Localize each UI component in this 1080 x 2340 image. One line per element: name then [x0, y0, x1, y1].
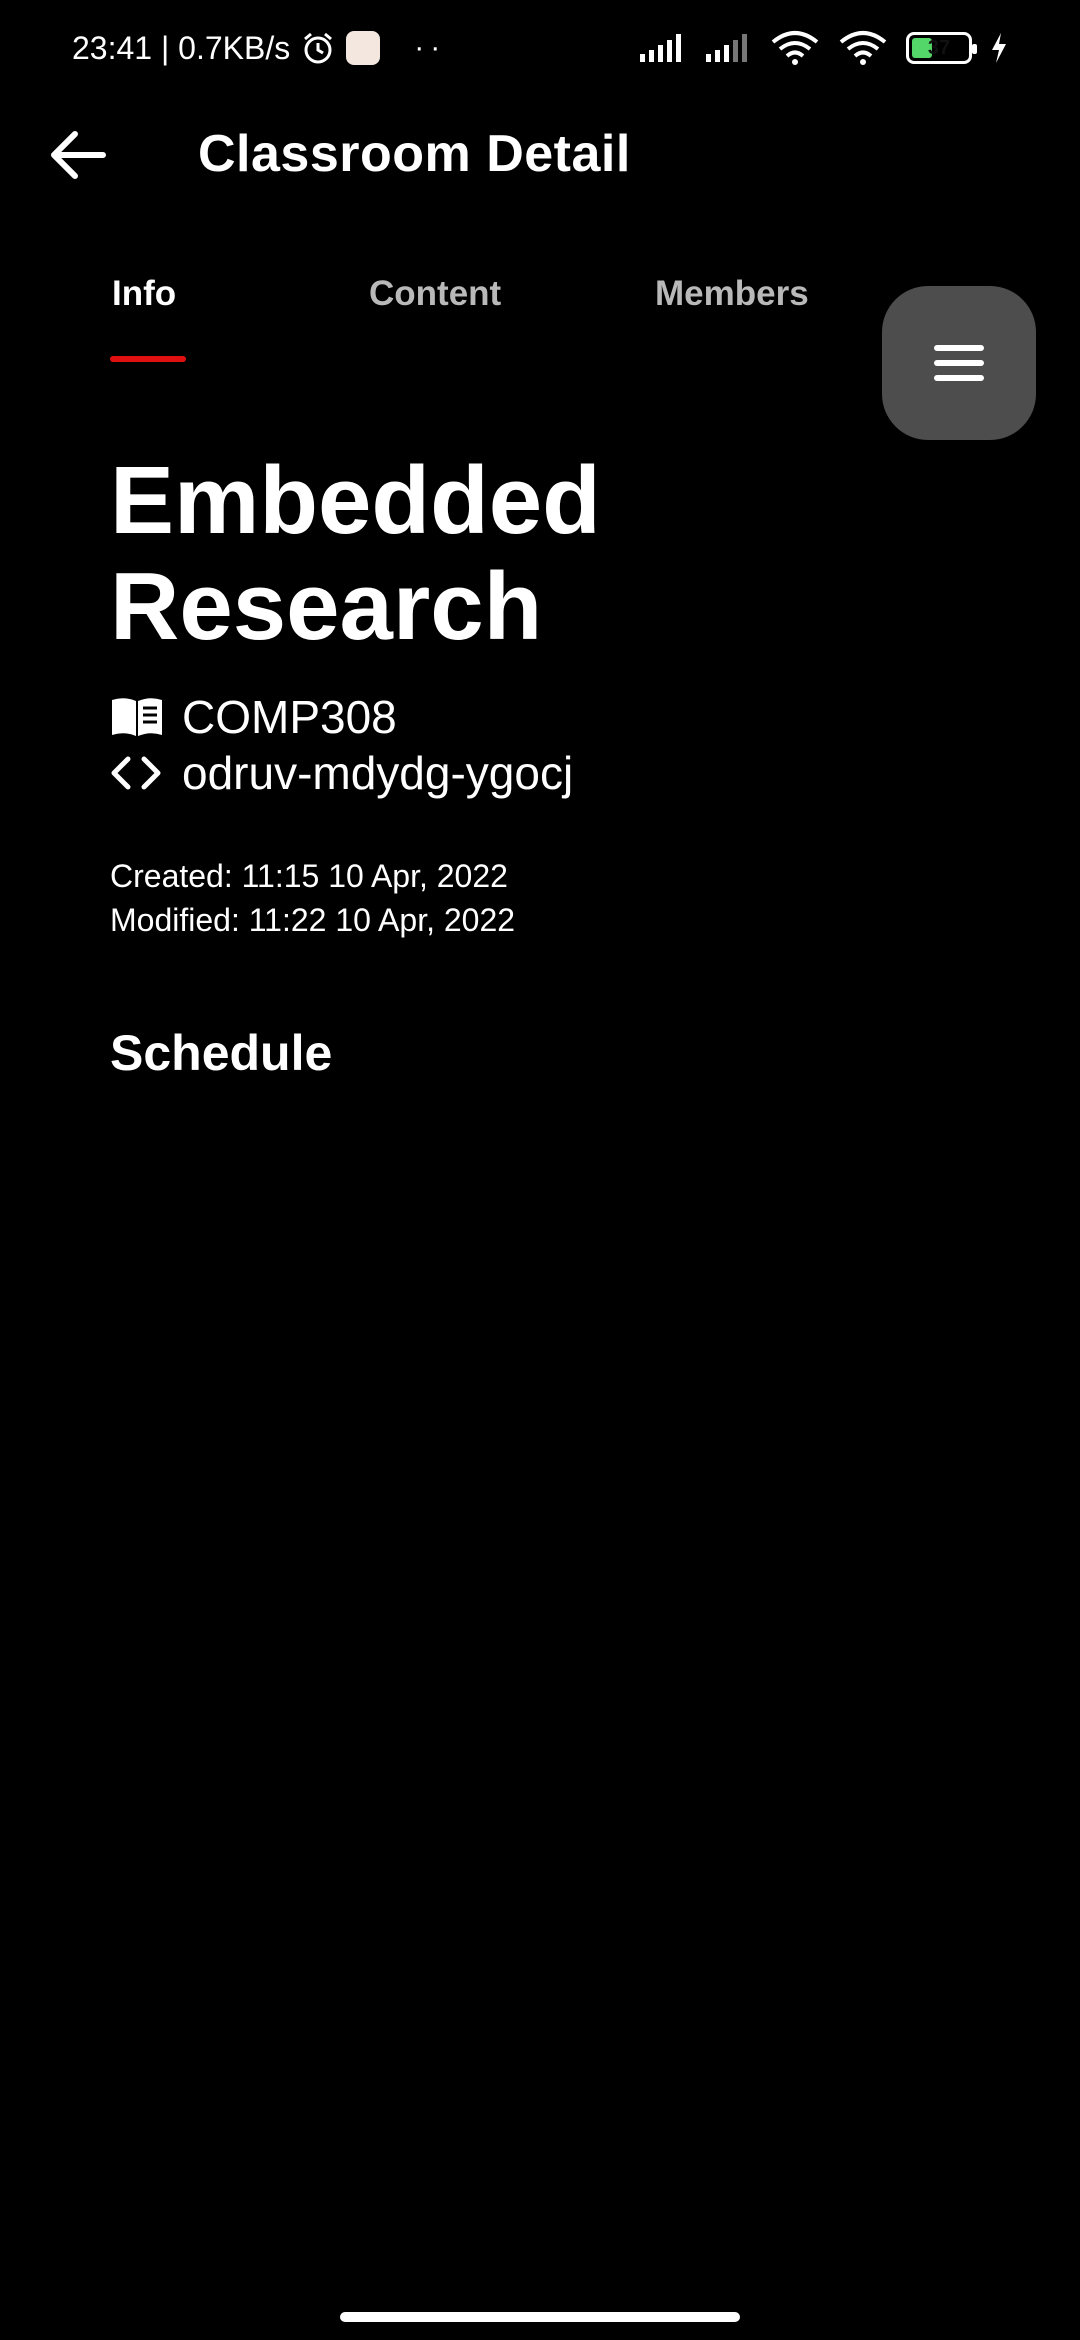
status-time-speed: 23:41 | 0.7KB/s [72, 29, 291, 66]
menu-button[interactable] [882, 286, 1036, 440]
charging-icon [992, 33, 1006, 63]
wifi-icon-2 [839, 31, 887, 65]
status-bar: 23:41 | 0.7KB/s ·· 37 [0, 0, 1080, 96]
more-notifications-icon: ·· [414, 31, 447, 64]
tab-content[interactable]: Content [369, 274, 501, 314]
course-code-row: COMP308 [110, 690, 397, 744]
course-code: COMP308 [182, 691, 397, 743]
wifi-icon [771, 31, 819, 65]
dates-block: Created: 11:15 10 Apr, 2022 Modified: 11… [110, 854, 515, 942]
arrow-left-icon [51, 131, 106, 179]
battery-level: 37 [927, 36, 951, 59]
tab-members[interactable]: Members [655, 274, 809, 314]
modified-date: Modified: 11:22 10 Apr, 2022 [110, 902, 516, 938]
join-code[interactable]: odruv-mdydg-ygocj [182, 746, 573, 800]
home-indicator[interactable] [340, 2312, 740, 2322]
app-notification-icon [346, 31, 381, 65]
status-left: 23:41 | 0.7KB/s ·· [72, 30, 446, 67]
book-icon [110, 694, 164, 740]
alarm-icon [304, 32, 333, 64]
classroom-name: Embedded Research [110, 447, 601, 660]
back-button[interactable] [44, 122, 110, 188]
app-bar: Classroom Detail [0, 110, 1080, 200]
status-right: 37 [638, 30, 1008, 66]
hamburger-menu-icon [934, 345, 984, 381]
tab-info[interactable]: Info [112, 274, 176, 314]
battery-icon: 37 [906, 32, 977, 64]
signal-icon [640, 34, 681, 62]
code-brackets-icon [110, 750, 164, 796]
active-tab-indicator [110, 356, 186, 362]
signal-icon-2 [706, 34, 747, 62]
schedule-title: Schedule [110, 1025, 333, 1081]
created-date: Created: 11:15 10 Apr, 2022 [110, 858, 508, 894]
join-code-row: odruv-mdydg-ygocj [110, 746, 573, 800]
page-title: Classroom Detail [198, 125, 631, 183]
